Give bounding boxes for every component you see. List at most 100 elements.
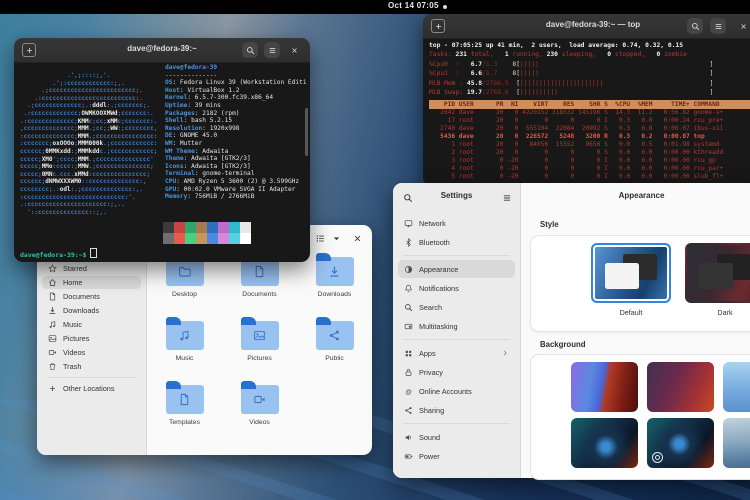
settings-item-notifications[interactable]: Notifications — [398, 279, 515, 297]
scrollbar[interactable] — [305, 108, 308, 156]
wallpaper-thumb-2[interactable] — [647, 362, 714, 412]
neofetch-line: OS: Fedora Linux 39 (Workstation Editi — [165, 79, 307, 87]
folder-music[interactable]: Music — [147, 313, 222, 377]
bell-icon — [404, 284, 413, 293]
neofetch-line: Theme: Adwaita [GTK2/3] — [165, 155, 307, 163]
wallpaper-thumb-3[interactable] — [723, 362, 750, 412]
terminal1-titlebar[interactable]: dave@fedora-39:~ — [14, 38, 310, 63]
document-glyph-icon — [253, 265, 266, 278]
download-glyph-icon — [328, 265, 341, 278]
color-swatch — [163, 233, 174, 244]
shell-prompt: dave@fedora-39:~$ — [20, 248, 97, 259]
video-glyph-icon — [253, 393, 266, 406]
settings-item-search[interactable]: Search — [398, 298, 515, 316]
list-view-button[interactable] — [315, 231, 326, 249]
wallpaper-thumb-6[interactable] — [723, 418, 750, 468]
folder-label: Documents — [242, 291, 276, 298]
neofetch-line: Kernel: 6.5.7-300.fc39.x86_64 — [165, 94, 307, 102]
folder-templates[interactable]: Templates — [147, 377, 222, 441]
neofetch-line: Host: VirtualBox 1.2 — [165, 87, 307, 95]
folder-pictures[interactable]: Pictures — [222, 313, 297, 377]
folder-label: Pictures — [247, 355, 272, 362]
process-row: 5 root 0 -20 0 0 0 I 0.0 0.0 0:00.00 slu… — [429, 173, 750, 181]
settings-item-sharing[interactable]: Sharing — [398, 401, 515, 419]
folder-label: Downloads — [318, 291, 352, 298]
style-card: Default Dark — [530, 235, 750, 332]
view-options-caret[interactable] — [331, 231, 342, 249]
top-summary-line: MiB Mem : 45.8/2766.5 [|||||||||||||||||… — [429, 79, 750, 88]
terminal-window-neofetch: dave@fedora-39:~ .',;::::;,'. .';:cccccc… — [14, 38, 310, 262]
wallpaper-thumb-4[interactable] — [571, 418, 638, 468]
settings-window: Network Bluetooth Appearance Notifications S… — [393, 183, 750, 478]
document-icon — [48, 292, 57, 301]
sidebar-item-label: Other Locations — [63, 384, 115, 393]
settings-item-label: Notifications — [419, 284, 459, 293]
folder-glyph-icon — [178, 265, 191, 278]
background-card — [530, 354, 750, 480]
settings-item-label: Privacy — [419, 368, 443, 377]
sidebar-item-label: Pictures — [63, 334, 89, 343]
search-button[interactable] — [687, 18, 703, 34]
svg-text:@: @ — [405, 388, 412, 395]
folder-icon — [166, 385, 204, 414]
neofetch-line: WM Theme: Adwaita — [165, 148, 307, 156]
music-icon — [48, 320, 57, 329]
settings-item-appearance[interactable]: Appearance — [398, 260, 515, 278]
process-row: 4 root 0 -20 0 0 0 I 0.0 0.0 0:00.00 rcu… — [429, 165, 750, 173]
clock[interactable]: Oct 14 07:05 — [388, 1, 439, 10]
style-option-default[interactable]: Default — [591, 243, 671, 317]
sidebar-item-trash[interactable]: Trash — [42, 360, 141, 373]
folder-icon — [316, 321, 354, 350]
settings-item-network[interactable]: Network — [398, 214, 515, 232]
top-summary-line: top - 07:05:25 up 41 min, 2 users, load … — [429, 41, 750, 50]
wallpaper-thumb-5[interactable] — [647, 418, 714, 468]
download-icon — [48, 306, 57, 315]
folder-label: Videos — [249, 419, 270, 426]
neofetch-line: Uptime: 39 mins — [165, 102, 307, 110]
style-option-dark[interactable]: Dark — [685, 243, 750, 317]
settings-item-label: Network — [419, 219, 446, 228]
files-close-button[interactable] — [352, 231, 363, 249]
picture-glyph-icon — [253, 329, 266, 342]
sidebar-item-pictures[interactable]: Pictures — [42, 332, 141, 345]
settings-item-power[interactable]: Power — [398, 447, 515, 465]
sidebar-item-music[interactable]: Music — [42, 318, 141, 331]
settings-item-bluetooth[interactable]: Bluetooth — [398, 233, 515, 251]
folder-downloads[interactable]: Downloads — [297, 249, 372, 313]
color-swatch — [218, 222, 229, 233]
close-button[interactable] — [286, 42, 302, 58]
settings-item-multitasking[interactable]: Multitasking — [398, 317, 515, 335]
settings-item-apps[interactable]: Apps — [398, 344, 515, 362]
settings-item-privacy[interactable]: Privacy — [398, 363, 515, 381]
sidebar-item-videos[interactable]: Videos — [42, 346, 141, 359]
menu-icon[interactable] — [502, 190, 512, 208]
menu-button[interactable] — [264, 42, 280, 58]
color-swatch — [240, 233, 251, 244]
neofetch-line: GPU: 00:02.0 VMware SVGA II Adapter — [165, 186, 307, 194]
folder-public[interactable]: Public — [297, 313, 372, 377]
menu-button[interactable] — [710, 18, 726, 34]
speaker-icon — [404, 433, 413, 442]
settings-item-sound[interactable]: Sound — [398, 428, 515, 446]
folder-videos[interactable]: Videos — [222, 377, 297, 441]
color-swatch — [174, 222, 185, 233]
sidebar-item-home[interactable]: Home — [42, 276, 141, 289]
sidebar-item-starred[interactable]: Starred — [42, 262, 141, 275]
settings-item-online-accounts[interactable]: @Online Accounts — [398, 382, 515, 400]
share-glyph-icon — [328, 329, 341, 342]
style-option-label: Dark — [685, 308, 750, 317]
wallpaper-thumb-1[interactable] — [571, 362, 638, 412]
search-button[interactable] — [242, 42, 258, 58]
sidebar-item-other-locations[interactable]: Other Locations — [42, 382, 141, 395]
terminal2-titlebar[interactable]: dave@fedora-39:~ — top — [423, 14, 750, 39]
neofetch-line: Memory: 756MiB / 2766MiB — [165, 193, 307, 201]
sidebar-item-downloads[interactable]: Downloads — [42, 304, 141, 317]
color-swatch — [240, 222, 251, 233]
close-button[interactable] — [735, 18, 750, 34]
settings-item-label: Sound — [419, 433, 440, 442]
sidebar-separator — [403, 255, 510, 256]
terminal-window-top: dave@fedora-39:~ — top top - 07:05:25 up… — [423, 14, 750, 186]
process-row: 2 root 20 0 0 0 0 S 0.0 0.0 0:00.00 kthr… — [429, 149, 750, 157]
color-swatch — [229, 233, 240, 244]
sidebar-item-documents[interactable]: Documents — [42, 290, 141, 303]
